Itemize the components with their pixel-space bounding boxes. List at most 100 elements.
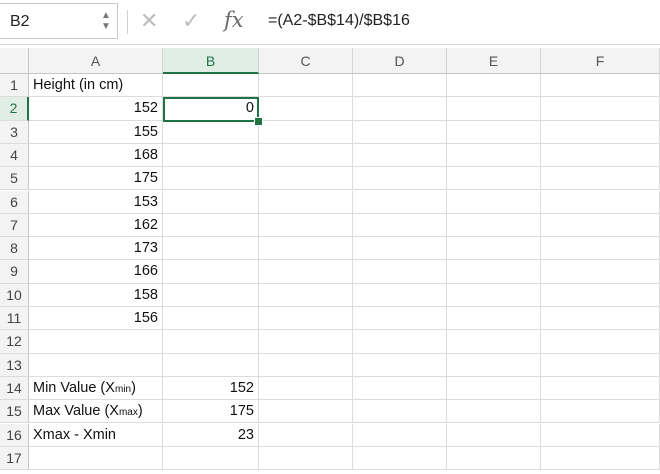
cell-e11[interactable] (447, 307, 541, 331)
cell-a11[interactable]: 156 (29, 307, 163, 331)
cell-d3[interactable] (353, 120, 447, 144)
cell-c14[interactable] (259, 376, 353, 401)
row-header-8[interactable]: 8 (0, 237, 29, 261)
cell-f1[interactable] (541, 74, 660, 98)
cell-b15[interactable]: 175 (163, 400, 259, 424)
cell-b8[interactable] (163, 237, 259, 261)
row-header-6[interactable]: 6 (0, 190, 29, 214)
row-header-10[interactable]: 10 (0, 283, 29, 307)
cell-a12[interactable] (29, 330, 163, 354)
cell-c6[interactable] (259, 190, 353, 214)
cell-d8[interactable] (353, 237, 447, 261)
cell-c16[interactable] (259, 423, 353, 447)
cell-d16[interactable] (353, 423, 447, 447)
cell-c4[interactable] (259, 143, 353, 168)
cell-f17[interactable] (541, 446, 660, 471)
cell-a8[interactable]: 173 (29, 237, 163, 261)
row-header-2[interactable]: 2 (0, 97, 29, 121)
cell-e12[interactable] (447, 330, 541, 354)
cell-d11[interactable] (353, 307, 447, 331)
cell-c1[interactable] (259, 74, 353, 98)
row-header-7[interactable]: 7 (0, 213, 29, 238)
cell-e7[interactable] (447, 213, 541, 238)
cell-f10[interactable] (541, 283, 660, 307)
cell-c10[interactable] (259, 283, 353, 307)
row-header-12[interactable]: 12 (0, 330, 29, 354)
cell-c5[interactable] (259, 167, 353, 191)
cell-f4[interactable] (541, 143, 660, 168)
row-header-17[interactable]: 17 (0, 446, 29, 471)
cell-f3[interactable] (541, 120, 660, 144)
cell-c13[interactable] (259, 353, 353, 377)
select-all-corner[interactable] (0, 48, 29, 74)
row-header-13[interactable]: 13 (0, 353, 29, 377)
check-icon[interactable]: ✓ (182, 8, 200, 34)
cell-c15[interactable] (259, 400, 353, 424)
cell-a15[interactable]: Max Value (Xmax) (29, 400, 163, 424)
cell-c2[interactable] (259, 97, 353, 121)
x-icon[interactable]: ✕ (140, 8, 158, 34)
cell-a5[interactable]: 175 (29, 167, 163, 191)
cell-a13[interactable] (29, 353, 163, 377)
cell-f7[interactable] (541, 213, 660, 238)
cell-d13[interactable] (353, 353, 447, 377)
cell-d1[interactable] (353, 74, 447, 98)
cell-a1[interactable]: Height (in cm) (29, 74, 163, 98)
row-header-5[interactable]: 5 (0, 167, 29, 191)
cell-d5[interactable] (353, 167, 447, 191)
cell-e13[interactable] (447, 353, 541, 377)
row-header-3[interactable]: 3 (0, 120, 29, 144)
cell-b16[interactable]: 23 (163, 423, 259, 447)
cell-a6[interactable]: 153 (29, 190, 163, 214)
row-header-1[interactable]: 1 (0, 74, 29, 98)
cell-b9[interactable] (163, 260, 259, 284)
cell-f14[interactable] (541, 376, 660, 401)
cell-e9[interactable] (447, 260, 541, 284)
cell-c9[interactable] (259, 260, 353, 284)
cell-b11[interactable] (163, 307, 259, 331)
cell-b10[interactable] (163, 283, 259, 307)
cell-e8[interactable] (447, 237, 541, 261)
row-header-14[interactable]: 14 (0, 376, 29, 401)
fx-icon[interactable]: fx (224, 8, 244, 32)
cell-d4[interactable] (353, 143, 447, 168)
cell-d14[interactable] (353, 376, 447, 401)
cell-c12[interactable] (259, 330, 353, 354)
cell-a2[interactable]: 152 (29, 97, 163, 121)
row-header-11[interactable]: 11 (0, 307, 29, 331)
cell-b3[interactable] (163, 120, 259, 144)
cell-f12[interactable] (541, 330, 660, 354)
row-header-15[interactable]: 15 (0, 400, 29, 424)
cell-b14[interactable]: 152 (163, 376, 259, 401)
cell-e17[interactable] (447, 446, 541, 471)
cell-d12[interactable] (353, 330, 447, 354)
cell-e1[interactable] (447, 74, 541, 98)
cell-b5[interactable] (163, 167, 259, 191)
cell-c8[interactable] (259, 237, 353, 261)
column-header-a[interactable]: A (29, 48, 163, 74)
cell-f8[interactable] (541, 237, 660, 261)
cell-d17[interactable] (353, 446, 447, 471)
cell-d6[interactable] (353, 190, 447, 214)
column-header-d[interactable]: D (353, 48, 447, 74)
cell-a3[interactable]: 155 (29, 120, 163, 144)
cell-e16[interactable] (447, 423, 541, 447)
cell-a9[interactable]: 166 (29, 260, 163, 284)
cell-b4[interactable] (163, 143, 259, 168)
cell-a17[interactable] (29, 446, 163, 471)
cell-d7[interactable] (353, 213, 447, 238)
name-box-stepper-icon[interactable]: ▲ ▼ (100, 10, 112, 34)
cell-f11[interactable] (541, 307, 660, 331)
cell-e6[interactable] (447, 190, 541, 214)
cell-a7[interactable]: 162 (29, 213, 163, 238)
cell-b6[interactable] (163, 190, 259, 214)
cell-b7[interactable] (163, 213, 259, 238)
cell-f6[interactable] (541, 190, 660, 214)
cell-d10[interactable] (353, 283, 447, 307)
column-header-e[interactable]: E (447, 48, 541, 74)
column-header-f[interactable]: F (541, 48, 660, 74)
row-header-9[interactable]: 9 (0, 260, 29, 284)
cell-e15[interactable] (447, 400, 541, 424)
cell-f13[interactable] (541, 353, 660, 377)
column-header-c[interactable]: C (259, 48, 353, 74)
